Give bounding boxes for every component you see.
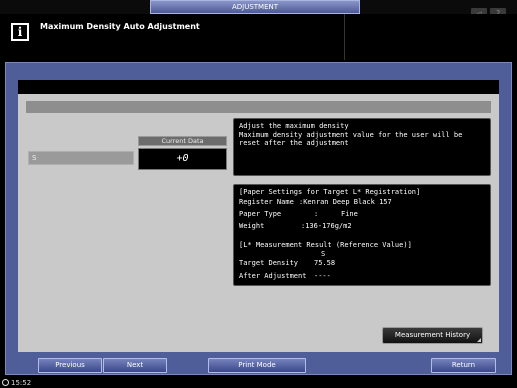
- paper-type-value: Fine: [341, 210, 358, 218]
- clock: 15:52: [2, 378, 31, 388]
- current-data-label: Current Data: [138, 136, 227, 146]
- result-column-s: S: [321, 250, 326, 258]
- current-data-value: +0: [138, 148, 227, 170]
- header: [0, 14, 517, 60]
- target-density-label: Target Density: [239, 259, 299, 267]
- weight-label: Weight: [239, 222, 265, 230]
- after-adjustment-value: ----: [314, 272, 331, 280]
- return-button[interactable]: Return: [431, 358, 496, 373]
- previous-button[interactable]: Previous: [38, 358, 102, 373]
- page-title: Maximum Density Auto Adjustment: [40, 22, 200, 31]
- paper-settings-box: [Paper Settings for Target L* Registrati…: [233, 184, 491, 286]
- panel-header-band: [26, 101, 491, 113]
- target-density-value: 75.58: [314, 259, 336, 267]
- register-name-value: :Kenran Deep Black 157: [299, 198, 392, 206]
- measurement-history-label: Measurement History: [394, 331, 471, 339]
- top-icons: ◁?: [468, 1, 513, 20]
- message-line: Maximum density adjustment value for the…: [239, 130, 463, 139]
- tab-adjustment[interactable]: ADJUSTMENT: [150, 0, 360, 14]
- print-mode-button[interactable]: Print Mode: [208, 358, 306, 373]
- paper-type-colon: :: [314, 210, 319, 218]
- clock-icon: [2, 379, 9, 386]
- paper-settings-heading: [Paper Settings for Target L* Registrati…: [239, 188, 421, 196]
- register-name-label: Register Name: [239, 198, 294, 206]
- message-line: Adjust the maximum density: [239, 122, 349, 130]
- clock-time: 15:52: [11, 379, 32, 387]
- message-line: reset after the adjustment: [239, 139, 349, 147]
- measurement-history-button[interactable]: Measurement History: [382, 327, 483, 344]
- message-box: Adjust the maximum density Maximum densi…: [233, 118, 491, 176]
- status-bar: [0, 377, 517, 388]
- info-icon: i: [11, 23, 29, 41]
- result-heading: [L* Measurement Result (Reference Value)…: [239, 241, 412, 249]
- header-divider: [344, 14, 345, 60]
- frame-title-band: [18, 80, 499, 94]
- corner-arrow-icon: [477, 338, 481, 342]
- setting-row-s[interactable]: S: [28, 151, 134, 165]
- weight-value: :136-176g/m2: [301, 222, 352, 230]
- after-adjustment-label: After Adjustment: [239, 272, 307, 280]
- paper-type-label: Paper Type: [239, 210, 282, 218]
- next-button[interactable]: Next: [103, 358, 167, 373]
